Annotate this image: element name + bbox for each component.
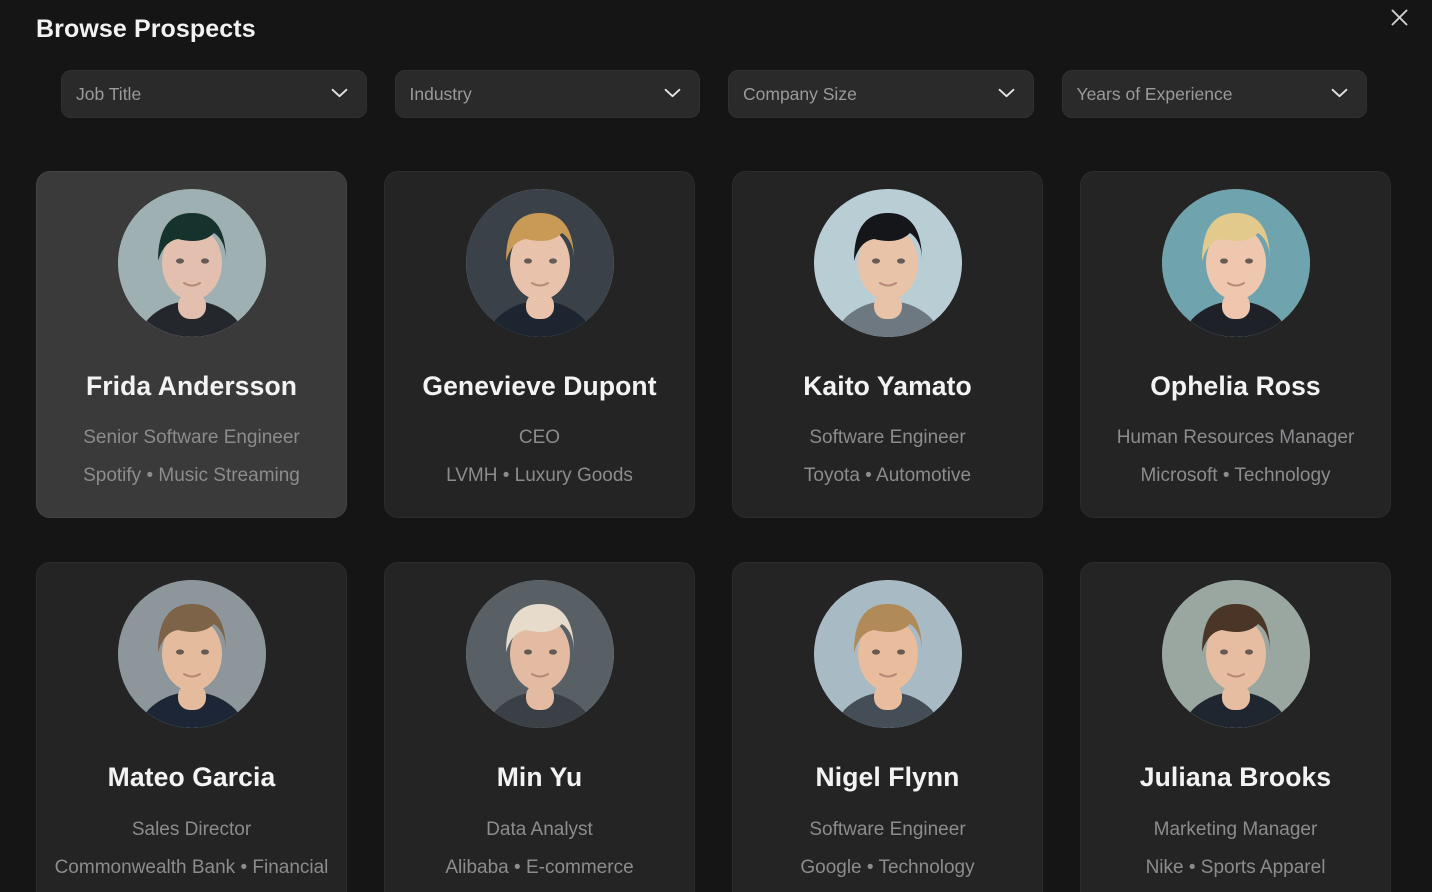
prospect-company: Nike • Sports Apparel — [1095, 849, 1376, 887]
prospect-role: CEO — [399, 419, 680, 457]
prospect-company: LVMH • Luxury Goods — [399, 457, 680, 495]
avatar-frida-andersson — [118, 189, 266, 337]
close-button[interactable] — [1384, 3, 1414, 31]
prospect-company: Microsoft • Technology — [1095, 457, 1376, 495]
prospect-name: Genevieve Dupont — [422, 371, 656, 402]
filter-select-job-title[interactable]: Job Title — [61, 70, 367, 118]
filter-label: Years of Experience — [1077, 84, 1332, 105]
avatar-min-yu — [466, 580, 614, 728]
filter-select-industry[interactable]: Industry — [395, 70, 701, 118]
avatar-nigel-flynn — [814, 580, 962, 728]
prospect-card[interactable]: Frida Andersson Senior Software EngineerS… — [36, 171, 347, 518]
prospect-meta: Human Resources ManagerMicrosoft • Techn… — [1095, 419, 1376, 495]
close-icon — [1390, 8, 1409, 27]
prospect-name: Min Yu — [497, 762, 583, 793]
prospect-name: Kaito Yamato — [803, 371, 972, 402]
prospect-role: Senior Software Engineer — [51, 419, 332, 457]
prospect-name: Frida Andersson — [86, 371, 297, 402]
prospect-name: Juliana Brooks — [1140, 762, 1331, 793]
prospect-meta: Software EngineerGoogle • Technology — [747, 811, 1028, 887]
prospect-meta: Senior Software EngineerSpotify • Music … — [51, 419, 332, 495]
prospect-role: Software Engineer — [747, 419, 1028, 457]
filter-bar: Job Title Industry Company Size Years of Ex… — [61, 70, 1367, 118]
prospect-company: Google • Technology — [747, 849, 1028, 887]
filter-label: Job Title — [76, 84, 331, 105]
chevron-down-icon — [998, 85, 1017, 103]
prospect-card[interactable]: Genevieve Dupont CEOLVMH • Luxury Goods — [384, 171, 695, 518]
prospect-card[interactable]: Mateo Garcia Sales DirectorCommonwealth B… — [36, 562, 347, 892]
avatar-mateo-garcia — [118, 580, 266, 728]
filter-label: Company Size — [743, 84, 998, 105]
prospect-meta: Marketing ManagerNike • Sports Apparel — [1095, 811, 1376, 887]
prospect-role: Human Resources Manager — [1095, 419, 1376, 457]
prospect-company: Spotify • Music Streaming — [51, 457, 332, 495]
page-title: Browse Prospects — [36, 15, 256, 44]
prospect-card[interactable]: Kaito Yamato Software EngineerToyota • Au… — [732, 171, 1043, 518]
prospect-meta: CEOLVMH • Luxury Goods — [399, 419, 680, 495]
chevron-down-icon — [664, 85, 683, 103]
filter-label: Industry — [410, 84, 665, 105]
prospect-company: Toyota • Automotive — [747, 457, 1028, 495]
prospect-company: Commonwealth Bank • Financial Services — [51, 849, 332, 892]
avatar-ophelia-ross — [1162, 189, 1310, 337]
prospect-role: Data Analyst — [399, 811, 680, 849]
prospect-card[interactable]: Juliana Brooks Marketing ManagerNike • Sp… — [1080, 562, 1391, 892]
modal-header: Browse Prospects — [0, 0, 1432, 62]
prospect-card-grid: Frida AnderssonSenior Software EngineerS… — [36, 171, 1396, 892]
chevron-down-icon — [331, 85, 350, 103]
prospect-name: Ophelia Ross — [1150, 371, 1321, 402]
prospect-name: Mateo Garcia — [108, 762, 276, 793]
prospect-card[interactable]: Nigel Flynn Software EngineerGoogle • Tec… — [732, 562, 1043, 892]
prospect-role: Sales Director — [51, 811, 332, 849]
prospect-role: Marketing Manager — [1095, 811, 1376, 849]
prospect-role: Software Engineer — [747, 811, 1028, 849]
avatar-juliana-brooks — [1162, 580, 1310, 728]
prospect-card[interactable]: Ophelia Ross Human Resources ManagerMicro… — [1080, 171, 1391, 518]
prospect-company: Alibaba • E-commerce — [399, 849, 680, 887]
filter-select-company-size[interactable]: Company Size — [728, 70, 1034, 118]
filter-select-years-of-experience[interactable]: Years of Experience — [1062, 70, 1368, 118]
prospect-meta: Data AnalystAlibaba • E-commerce — [399, 811, 680, 887]
prospect-card[interactable]: Min Yu Data AnalystAlibaba • E-commerce — [384, 562, 695, 892]
chevron-down-icon — [1331, 85, 1350, 103]
browse-prospects-modal: Browse Prospects Job Title Industry Compan… — [0, 0, 1432, 892]
prospect-meta: Sales DirectorCommonwealth Bank • Financ… — [51, 811, 332, 892]
avatar-genevieve-dupont — [466, 189, 614, 337]
prospect-name: Nigel Flynn — [816, 762, 960, 793]
prospect-meta: Software EngineerToyota • Automotive — [747, 419, 1028, 495]
avatar-kaito-yamato — [814, 189, 962, 337]
